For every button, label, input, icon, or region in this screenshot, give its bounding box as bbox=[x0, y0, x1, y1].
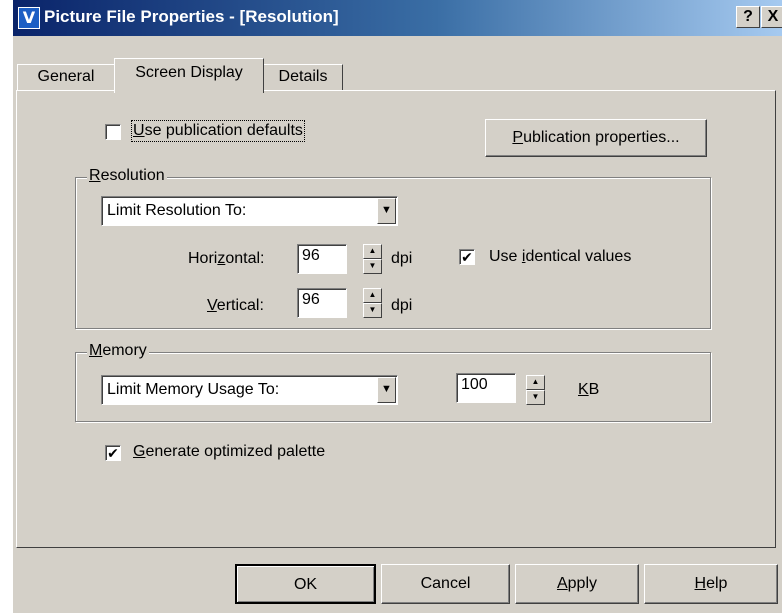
spin-down-icon[interactable]: ▼ bbox=[363, 259, 382, 274]
spin-up-icon[interactable]: ▲ bbox=[363, 244, 382, 259]
vertical-dpi-field[interactable]: 96 bbox=[297, 288, 347, 318]
chevron-down-icon[interactable]: ▼ bbox=[377, 377, 396, 403]
horizontal-unit: dpi bbox=[391, 250, 413, 267]
memory-value: 100 bbox=[461, 376, 488, 393]
identical-values-label[interactable]: Use identical values bbox=[489, 248, 631, 266]
tab-general[interactable]: General bbox=[17, 64, 115, 91]
generate-palette-checkbox[interactable]: ✔ bbox=[105, 445, 121, 461]
spin-down-icon[interactable]: ▼ bbox=[526, 390, 545, 405]
dialog-window: V Picture File Properties - [Resolution]… bbox=[13, 0, 782, 613]
tab-general-label: General bbox=[37, 68, 95, 85]
app-icon: V bbox=[18, 7, 40, 29]
tab-screen-display-label: Screen Display bbox=[135, 64, 243, 81]
memory-value-field[interactable]: 100 bbox=[456, 373, 516, 403]
horizontal-dpi-field[interactable]: 96 bbox=[297, 244, 347, 274]
ok-button[interactable]: OK bbox=[235, 564, 376, 604]
spin-down-icon[interactable]: ▼ bbox=[363, 303, 382, 318]
spin-up-icon[interactable]: ▲ bbox=[363, 288, 382, 303]
memory-mode-value: Limit Memory Usage To: bbox=[107, 381, 280, 398]
chevron-down-icon[interactable]: ▼ bbox=[377, 198, 396, 224]
vertical-dpi-value: 96 bbox=[302, 291, 320, 308]
use-defaults-label[interactable]: Use publication defaults bbox=[131, 120, 305, 142]
title-bar[interactable]: V Picture File Properties - [Resolution]… bbox=[13, 0, 782, 36]
horizontal-spinner[interactable]: ▲ ▼ bbox=[363, 244, 382, 274]
help-caption-button[interactable]: ? bbox=[736, 6, 760, 28]
apply-button[interactable]: Apply bbox=[515, 564, 639, 604]
memory-unit: KB bbox=[578, 381, 600, 398]
identical-values-checkbox[interactable]: ✔ bbox=[459, 249, 475, 265]
horizontal-dpi-value: 96 bbox=[302, 247, 320, 264]
vertical-label: Vertical: bbox=[207, 297, 264, 314]
publication-properties-button[interactable]: Publication properties... bbox=[485, 119, 707, 157]
memory-group-title: Memory bbox=[87, 342, 149, 360]
cancel-button[interactable]: Cancel bbox=[381, 564, 510, 604]
tab-details-label: Details bbox=[278, 68, 328, 85]
memory-spinner[interactable]: ▲ ▼ bbox=[526, 375, 545, 405]
vertical-unit: dpi bbox=[391, 297, 413, 314]
close-caption-button[interactable]: X bbox=[761, 6, 782, 28]
window-title: Picture File Properties - [Resolution] bbox=[44, 7, 339, 26]
resolution-mode-select[interactable]: Limit Resolution To: ▼ bbox=[101, 196, 398, 226]
tab-screen-display[interactable]: Screen Display bbox=[114, 58, 264, 93]
spin-up-icon[interactable]: ▲ bbox=[526, 375, 545, 390]
horizontal-label: Horizontal: bbox=[188, 250, 265, 267]
help-button[interactable]: Help bbox=[644, 564, 778, 604]
resolution-mode-value: Limit Resolution To: bbox=[107, 202, 247, 219]
vertical-spinner[interactable]: ▲ ▼ bbox=[363, 288, 382, 318]
generate-palette-label[interactable]: Generate optimized palette bbox=[133, 443, 325, 461]
tab-details[interactable]: Details bbox=[263, 64, 343, 91]
resolution-group-title: Resolution bbox=[87, 167, 167, 185]
use-defaults-checkbox[interactable] bbox=[105, 124, 121, 140]
memory-mode-select[interactable]: Limit Memory Usage To: ▼ bbox=[101, 375, 398, 405]
